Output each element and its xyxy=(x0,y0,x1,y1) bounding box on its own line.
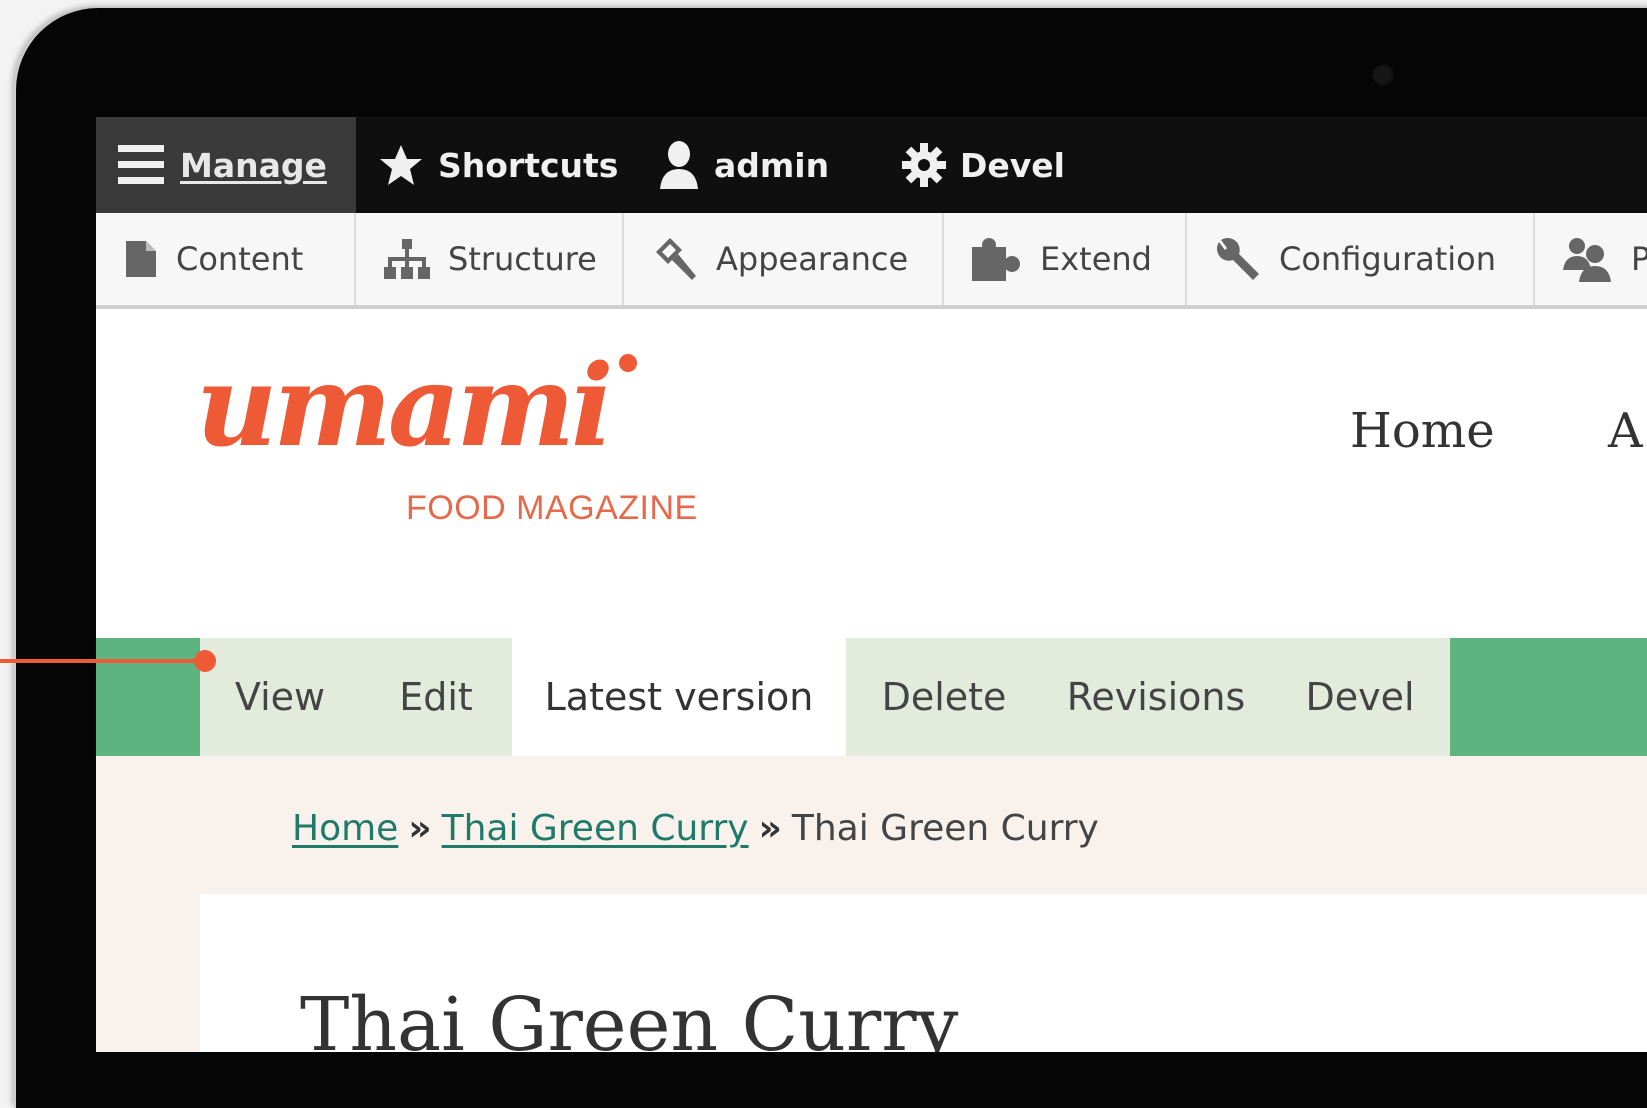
logo-wordmark: umami xyxy=(196,353,610,463)
toolbar-manage[interactable]: Manage xyxy=(96,117,356,213)
breadcrumb-parent-link[interactable]: Thai Green Curry xyxy=(442,808,749,849)
tray-item-people[interactable]: P xyxy=(1535,213,1647,305)
site-logo[interactable]: umami xyxy=(196,341,676,472)
camera-dot xyxy=(1372,64,1394,86)
browser-screen: Manage Shortcuts admin Devel Content Str… xyxy=(96,117,1647,1052)
toolbar-manage-label: Manage xyxy=(180,145,327,185)
tab-view[interactable]: View xyxy=(200,638,360,756)
tray-item-label: Content xyxy=(176,240,304,278)
tab-devel[interactable]: Devel xyxy=(1270,638,1450,756)
file-icon xyxy=(124,239,158,279)
tab-latest-version[interactable]: Latest version xyxy=(512,638,846,756)
gear-icon xyxy=(902,143,946,187)
people-icon xyxy=(1563,236,1613,282)
tray-item-appearance[interactable]: Appearance xyxy=(624,213,944,305)
toolbar-devel[interactable]: Devel xyxy=(902,117,1065,213)
puzzle-icon xyxy=(972,237,1022,281)
tray-item-structure[interactable]: Structure xyxy=(356,213,624,305)
tab-revisions[interactable]: Revisions xyxy=(1042,638,1270,756)
admin-toolbar: Manage Shortcuts admin Devel xyxy=(96,117,1647,213)
toolbar-admin[interactable]: admin xyxy=(658,117,829,213)
annotation-pointer-line xyxy=(0,659,205,663)
breadcrumb: Home» Thai Green Curry» Thai Green Curry xyxy=(292,808,1099,849)
breadcrumb-home-link[interactable]: Home xyxy=(292,808,398,849)
page-title: Thai Green Curry xyxy=(300,982,959,1052)
tab-edit[interactable]: Edit xyxy=(360,638,512,756)
star-icon xyxy=(378,143,424,187)
sitemap-icon xyxy=(384,237,430,281)
tab-delete[interactable]: Delete xyxy=(846,638,1042,756)
main-nav-home[interactable]: Home xyxy=(1350,403,1495,459)
toolbar-devel-label: Devel xyxy=(960,145,1065,185)
content-card: Thai Green Curry xyxy=(200,894,1647,1052)
user-icon xyxy=(658,141,700,189)
toolbar-tray: Content Structure Appearance Extend Conf… xyxy=(96,213,1647,309)
tray-item-content[interactable]: Content xyxy=(96,213,356,305)
logo-tagline: FOOD MAGAZINE xyxy=(406,489,698,527)
toolbar-admin-label: admin xyxy=(714,145,830,185)
wrench-icon xyxy=(1215,236,1261,282)
hamburger-icon xyxy=(118,143,166,187)
annotation-pointer-dot xyxy=(194,650,216,672)
content-area: Home» Thai Green Curry» Thai Green Curry T… xyxy=(96,756,1647,1052)
tray-item-label: P xyxy=(1631,240,1647,278)
breadcrumb-current: Thai Green Curry xyxy=(791,808,1099,849)
paint-brush-icon xyxy=(652,236,698,282)
local-tasks-tabs: View Edit Latest version Delete Revision… xyxy=(96,638,1647,756)
tray-item-configuration[interactable]: Configuration xyxy=(1187,213,1535,305)
tray-item-label: Configuration xyxy=(1279,240,1497,278)
tray-item-label: Appearance xyxy=(716,240,909,278)
tray-item-label: Extend xyxy=(1040,240,1152,278)
breadcrumb-separator: » xyxy=(758,808,782,849)
main-nav-articles[interactable]: A xyxy=(1608,403,1643,459)
tray-item-extend[interactable]: Extend xyxy=(944,213,1187,305)
breadcrumb-separator: » xyxy=(408,808,432,849)
site-header: umami FOOD MAGAZINE Home A xyxy=(96,313,1647,653)
tray-item-label: Structure xyxy=(448,240,597,278)
toolbar-shortcuts[interactable]: Shortcuts xyxy=(378,117,618,213)
toolbar-shortcuts-label: Shortcuts xyxy=(438,145,619,185)
